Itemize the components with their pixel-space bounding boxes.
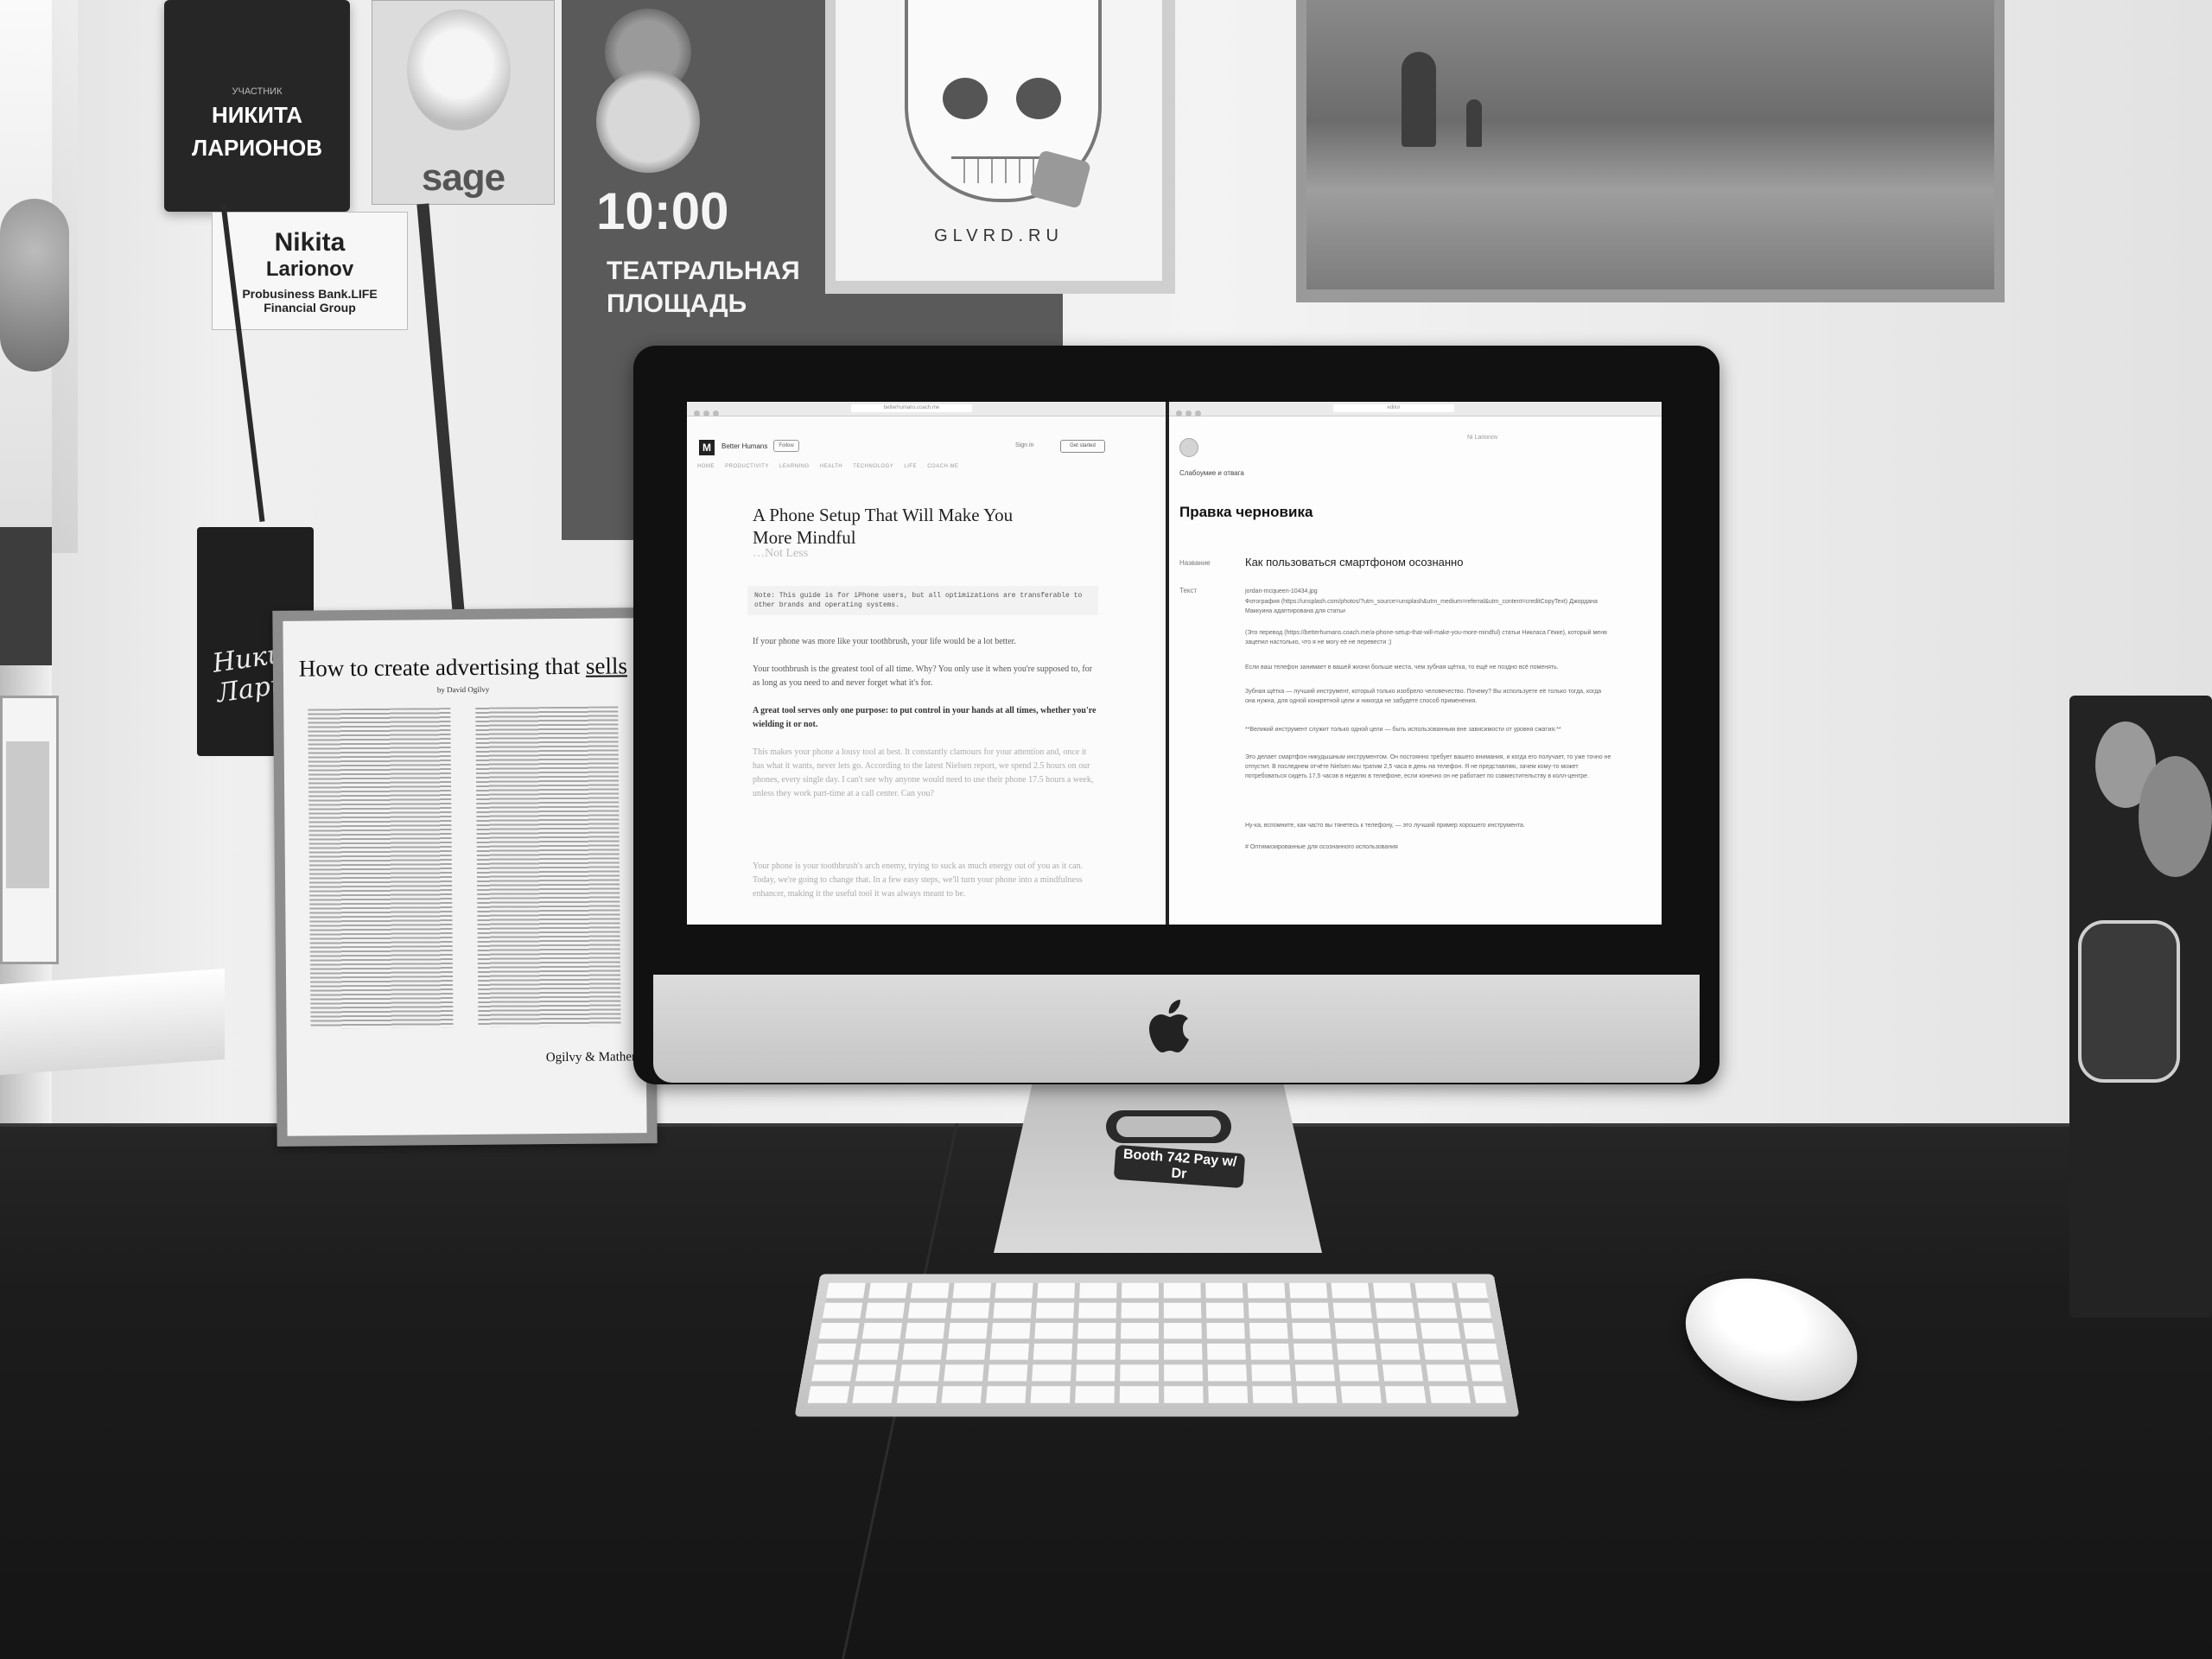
address-bar[interactable]: editor [1333, 404, 1454, 412]
text-line[interactable]: Зубная щётка — лучший инструмент, которы… [1245, 687, 1612, 706]
article-subtitle: …Not Less [753, 547, 809, 560]
nav-home[interactable]: HOME [697, 464, 715, 469]
sticker [2078, 920, 2180, 1083]
minimize-dot-icon[interactable] [1185, 410, 1192, 416]
skull-eye [943, 78, 988, 119]
browser-toolbar: betterhumans.coach.me [687, 402, 1166, 416]
name-field[interactable]: Как пользоваться смартфоном осознанно [1245, 556, 1463, 569]
nav-learning[interactable]: LEARNING [779, 464, 810, 469]
article-paragraph: This makes your phone a lousy tool at be… [753, 747, 1094, 798]
article-paragraph-bold: A great tool serves only one purpose: to… [753, 706, 1096, 729]
text-line[interactable]: jordan-mcqueen-10434.jpg [1245, 587, 1612, 596]
minimize-dot-icon[interactable] [703, 410, 709, 416]
clock-display [6, 741, 49, 888]
desk-clock [0, 696, 59, 964]
text-line[interactable]: # Оптимизированные для осознанного испол… [1245, 842, 1612, 852]
name-field-label: Название [1179, 559, 1211, 567]
ogilvy-paper: How to create advertising that sells by … [283, 618, 647, 1136]
stand-cable-hole-inner [1116, 1116, 1221, 1137]
ogilvy-byline: by David Ogilvy [436, 684, 490, 695]
sage-logo: sage [421, 156, 505, 199]
medal-icon [596, 69, 700, 173]
zoom-dot-icon[interactable] [713, 410, 719, 416]
user-name[interactable]: Ni Larionov [1467, 435, 1497, 441]
close-dot-icon[interactable] [1176, 410, 1182, 416]
follow-button[interactable]: Follow [773, 440, 799, 452]
text-line[interactable]: Если ваш телефон занимает в вашей жизни … [1245, 663, 1612, 672]
nav-health[interactable]: HEALTH [820, 464, 842, 469]
badge-role: УЧАСТНИК [232, 86, 283, 97]
nav-coach[interactable]: COACH.ME [927, 464, 958, 469]
get-started-button[interactable]: Get started [1060, 440, 1105, 453]
skull-poster-paper: GLVRD.RU [836, 0, 1162, 281]
article-paragraph: Your phone is your toothbrush's arch ene… [753, 861, 1084, 899]
blog-name[interactable]: Слабоумие и отвага [1179, 469, 1244, 477]
window-sill [0, 968, 225, 1076]
text-line[interactable]: **Великий инструмент служит только одной… [1245, 725, 1612, 734]
imac-chin [653, 975, 1700, 1083]
skull-eye [1016, 78, 1061, 119]
badge-org-sub: Financial Group [264, 301, 356, 315]
text-line[interactable]: (Это перевод (https://betterhumans.coach… [1245, 628, 1612, 647]
ogilvy-column [308, 708, 454, 1029]
badge-last-name: ЛАРИОНОВ [191, 135, 323, 161]
sign-in-link[interactable]: Sign in [1015, 442, 1033, 448]
skull-poster: GLVRD.RU [825, 0, 1175, 294]
poster-place: ТЕАТРАЛЬНАЯ ПЛОЩАДЬ [607, 257, 800, 318]
badge-light: Nikita Larionov Probusiness Bank.LIFE Fi… [212, 212, 408, 330]
window-controls [694, 405, 722, 421]
text-line[interactable]: Ну-ка, вспомните, как часто вы тянетесь … [1245, 821, 1612, 830]
ogilvy-column [475, 706, 621, 1027]
editor-title: Правка черновика [1179, 504, 1313, 520]
mascot-toy [0, 199, 69, 372]
apple-logo-icon [1149, 1000, 1189, 1052]
sticker [2139, 756, 2212, 877]
browser-pane-article: betterhumans.coach.me M Better Humans Fo… [687, 402, 1166, 925]
printer [0, 527, 52, 665]
imac-screen: betterhumans.coach.me M Better Humans Fo… [687, 402, 1662, 925]
article-note: Note: This guide is for iPhone users, bu… [747, 586, 1098, 615]
blog-avatar[interactable] [1179, 438, 1198, 457]
badge-first-name: НИКИТА [211, 102, 303, 128]
publication-nav: HOME PRODUCTIVITY LEARNING HEALTH TECHNO… [697, 464, 968, 469]
painting-figure [1402, 52, 1436, 147]
poster-time: 10:00 [596, 182, 729, 240]
painting [1296, 0, 2005, 302]
nav-productivity[interactable]: PRODUCTIVITY [725, 464, 769, 469]
painting-figure-child [1466, 99, 1482, 147]
laptop-box [2069, 696, 2212, 1318]
publication-name[interactable]: Better Humans [721, 442, 767, 450]
browser-toolbar: editor [1169, 402, 1662, 416]
badge-dark: УЧАСТНИК НИКИТА ЛАРИОНОВ [164, 0, 350, 212]
painting-canvas [1306, 0, 1994, 289]
browser-pane-editor: editor Ni Larionov Слабоумие и отвага Пр… [1169, 402, 1662, 925]
text-line[interactable]: Это делает смартфон никудышным инструмен… [1245, 753, 1612, 781]
address-bar[interactable]: betterhumans.coach.me [851, 404, 972, 412]
caricature [407, 10, 511, 130]
keyboard-keys[interactable] [807, 1282, 1507, 1407]
keyboard[interactable] [794, 1274, 1520, 1417]
article-paragraph: Your toothbrush is the greatest tool of … [753, 664, 1093, 688]
text-field-label: Текст [1179, 587, 1198, 594]
sage-card: sage [372, 0, 555, 205]
article-paragraph: If your phone was more like your toothbr… [753, 637, 1016, 646]
ogilvy-footer: Ogilvy & Mather [545, 1050, 637, 1065]
close-dot-icon[interactable] [694, 410, 700, 416]
text-line[interactable]: Фотография (https://unsplash.com/photos/… [1245, 597, 1612, 616]
ogilvy-frame: How to create advertising that sells by … [272, 607, 658, 1147]
ogilvy-title-text: How to create advertising that [298, 652, 587, 682]
medium-logo-icon[interactable]: M [699, 440, 715, 455]
zoom-dot-icon[interactable] [1195, 410, 1201, 416]
skull-poster-caption: GLVRD.RU [934, 226, 1064, 245]
ogilvy-title: How to create advertising that sells [283, 652, 643, 683]
nav-technology[interactable]: TECHNOLOGY [853, 464, 893, 469]
ogilvy-title-underlined: sells [585, 652, 628, 679]
badge-last-name-en: Larionov [265, 257, 354, 281]
window-controls [1176, 405, 1205, 421]
badge-org: Probusiness Bank.LIFE [242, 287, 378, 301]
badge-first-name-en: Nikita [274, 228, 346, 257]
article-title: A Phone Setup That Will Make You More Mi… [753, 505, 1014, 548]
nav-life[interactable]: LIFE [904, 464, 917, 469]
